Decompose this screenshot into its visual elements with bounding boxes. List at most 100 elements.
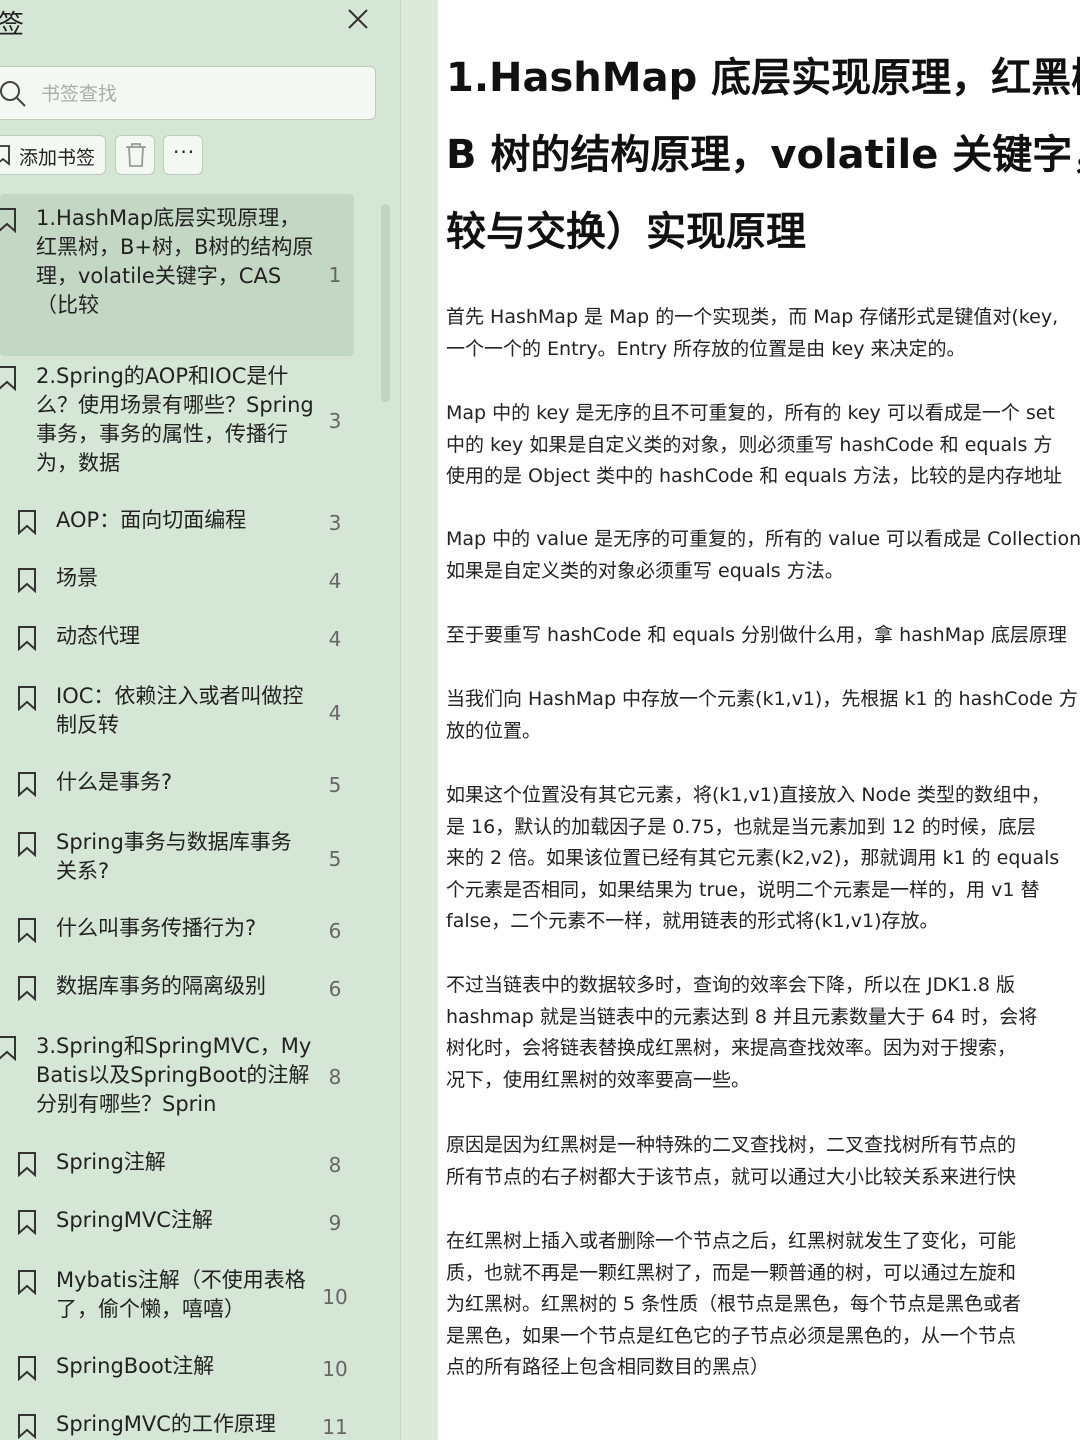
paragraph: 至于要重写 hashCode 和 equals 分别做什么用，拿 hashMap… — [446, 620, 1080, 652]
bookmark-icon — [0, 1036, 16, 1061]
paragraph-line: 一个一个的 Entry。Entry 所存放的位置是由 key 来决定的。 — [446, 337, 966, 360]
trash-icon — [126, 143, 146, 167]
paragraph-line: 点的所有路径上包含相同数目的黑点） — [446, 1356, 770, 1378]
paragraph-line: false，二个元素不一样，就用链表的形式将(k1,v1)存放。 — [446, 910, 939, 932]
bookmark-list-scrollbar[interactable] — [381, 204, 390, 402]
panel-divider[interactable]: ◂ — [400, 0, 821, 1440]
paragraph-line: Map 中的 value 是无序的可重复的，所有的 value 可以看成是 Co… — [446, 528, 1080, 550]
bookmark-label: IOC：依赖注入或者叫做控制反转 — [56, 684, 304, 737]
bookmark-page-number: 11 — [322, 1414, 348, 1439]
bookmark-search-box[interactable] — [0, 66, 376, 120]
bookmark-label: AOP：面向切面编程 — [56, 508, 247, 532]
paragraph-line: 个元素是否相同，如果结果为 true，说明二个元素是一样的，用 v1 替 — [446, 878, 1040, 901]
bookmark-item[interactable]: SpringMVC注解 9 — [0, 1206, 354, 1240]
bookmark-icon — [18, 1270, 36, 1295]
title-line: B 树的结构原理，volatile 关键字， — [446, 132, 1080, 178]
bookmark-icon — [18, 568, 36, 593]
bookmark-icon — [18, 772, 36, 797]
bookmark-icon — [0, 208, 16, 233]
bookmark-item[interactable]: Spring事务与数据库事务关系? 5 — [0, 818, 354, 900]
bookmark-item[interactable]: IOC：依赖注入或者叫做控制反转 4 — [0, 672, 354, 754]
bookmark-page-number: 9 — [328, 1210, 342, 1235]
bookmark-icon — [18, 686, 36, 711]
paragraph-line: 首先 HashMap 是 Map 的一个实现类，而 Map 存储形式是键值对(k… — [446, 306, 1059, 328]
paragraph-line: 不过当链表中的数据较多时，查询的效率会下降，所以在 JDK1.8 版 — [446, 974, 1015, 996]
paragraph: 如果这个位置没有其它元素，将(k1,v1)直接放入 Node 类型的数组中， 是 … — [446, 780, 1080, 938]
paragraph-line: 为红黑树。红黑树的 5 条性质（根节点是黑色，每个节点是黑色或者 — [446, 1293, 1022, 1315]
bookmark-item[interactable]: 场景 4 — [0, 564, 354, 598]
bookmark-page-number: 8 — [328, 1152, 342, 1177]
paragraph-line: 所有节点的右子树都大于该节点，就可以通过大小比较关系来进行快 — [446, 1165, 1017, 1188]
bookmark-page-number: 3 — [328, 408, 342, 433]
bookmark-item[interactable]: 2.Spring的AOP和IOC是什么？使用场景有哪些？Spring事务，事务的… — [0, 352, 354, 490]
document-title: 1.HashMap 底层实现原理，红黑树 B 树的结构原理，volatile 关键… — [446, 40, 1080, 271]
bookmark-item[interactable]: Spring注解 8 — [0, 1148, 354, 1182]
bookmark-label: 什么是事务? — [56, 770, 173, 794]
bookmark-page-number: 5 — [328, 846, 342, 871]
bookmark-item[interactable]: 什么是事务? 5 — [0, 768, 354, 802]
bookmark-icon — [18, 1210, 36, 1235]
paragraph-line: 是 16，默认的加载因子是 0.75，也就是当元素加到 12 的时候，底层 — [446, 815, 1036, 838]
bookmark-label: Spring注解 — [56, 1150, 166, 1174]
bookmark-icon — [18, 832, 36, 857]
bookmark-icon — [0, 366, 16, 391]
add-bookmark-button[interactable]: 添加书签 — [0, 135, 106, 175]
bookmark-label: 1.HashMap底层实现原理，红黑树，B+树，B树的结构原理，volatile… — [36, 206, 314, 317]
paragraph-line: 中的 key 如果是自定义类的对象，则必须重写 hashCode 和 equal… — [446, 433, 1053, 456]
bookmark-label: SpringBoot注解 — [56, 1354, 215, 1378]
paragraph: 原因是因为红黑树是一种特殊的二叉查找树，二叉查找树所有节点的 所有节点的右子树都大… — [446, 1130, 1080, 1193]
bookmark-page-number: 10 — [322, 1284, 348, 1309]
bookmark-label: SpringMVC注解 — [56, 1208, 213, 1232]
bookmark-page-number: 4 — [328, 700, 342, 725]
bookmark-label: 动态代理 — [56, 624, 140, 648]
add-bookmark-label: 添加书签 — [19, 147, 96, 169]
paragraph-line: 质，也就不再是一颗红黑树了，而是一颗普通的树，可以通过左旋和 — [446, 1261, 1017, 1284]
document-view: 1.HashMap 底层实现原理，红黑树 B 树的结构原理，volatile 关键… — [438, 0, 1080, 1440]
bookmark-item[interactable]: SpringBoot注解 10 — [0, 1352, 354, 1386]
search-icon — [0, 81, 26, 107]
bookmark-page-number: 4 — [328, 568, 342, 593]
panel-title: 签 — [0, 10, 25, 40]
bookmark-page-number: 5 — [328, 772, 342, 797]
delete-bookmark-button[interactable] — [115, 135, 155, 175]
paragraph-line: 树化时，会将链表替换成红黑树，来提高查找效率。因为对于搜索， — [446, 1037, 1017, 1059]
bookmark-icon — [18, 1356, 36, 1381]
bookmark-page-number: 1 — [328, 262, 342, 287]
paragraph-line: hashmap 就是当链表中的元素达到 8 并且元素数量大于 64 时，会将 — [446, 1005, 1038, 1028]
bookmark-icon — [18, 1152, 36, 1177]
bookmark-item[interactable]: SpringMVC的工作原理 11 — [0, 1410, 354, 1440]
bookmark-item[interactable]: 动态代理 4 — [0, 622, 354, 656]
paragraph-line: Map 中的 key 是无序的且不可重复的，所有的 key 可以看成是一个 se… — [446, 402, 1055, 424]
bookmark-item[interactable]: 什么叫事务传播行为? 6 — [0, 914, 354, 948]
paragraph: 不过当链表中的数据较多时，查询的效率会下降，所以在 JDK1.8 版 hashma… — [446, 970, 1080, 1096]
bookmark-page-number: 3 — [328, 510, 342, 535]
paragraph-line: 至于要重写 hashCode 和 equals 分别做什么用，拿 hashMap… — [446, 624, 1067, 646]
paragraph-line: 是黑色，如果一个节点是红色它的子节点必须是黑色的，从一个节点 — [446, 1324, 1017, 1347]
bookmark-item[interactable]: Mybatis注解（不使用表格了，偷个懒，嘻嘻） 10 — [0, 1256, 354, 1338]
bookmark-page-number: 4 — [328, 626, 342, 651]
more-options-button[interactable]: ··· — [163, 135, 203, 175]
bookmark-icon — [18, 918, 36, 943]
bookmark-page-number: 10 — [322, 1356, 348, 1381]
bookmark-search-input[interactable] — [39, 75, 363, 113]
title-line: 1.HashMap 底层实现原理，红黑树 — [446, 55, 1080, 101]
bookmark-item[interactable]: 数据库事务的隔离级别 6 — [0, 972, 354, 1006]
bookmark-icon — [18, 510, 36, 535]
paragraph-line: 原因是因为红黑树是一种特殊的二叉查找树，二叉查找树所有节点的 — [446, 1134, 1017, 1156]
bookmark-label: 什么叫事务传播行为? — [56, 916, 257, 940]
bookmark-item[interactable]: AOP：面向切面编程 3 — [0, 506, 354, 540]
bookmark-label: SpringMVC的工作原理 — [56, 1412, 276, 1436]
paragraph-line: 来的 2 倍。如果该位置已经有其它元素(k2,v2)，那就调用 k1 的 equ… — [446, 847, 1060, 869]
more-icon: ··· — [173, 140, 196, 164]
bookmark-item[interactable]: 1.HashMap底层实现原理，红黑树，B+树，B树的结构原理，volatile… — [0, 194, 354, 356]
title-line: 较与交换）实现原理 — [446, 209, 806, 255]
bookmark-item[interactable]: 3.Spring和SpringMVC，MyBatis以及SpringBoot的注… — [0, 1022, 354, 1132]
paragraph-line: 在红黑树上插入或者删除一个节点之后，红黑树就发生了变化，可能 — [446, 1230, 1017, 1252]
bookmark-label: 场景 — [56, 566, 98, 590]
paragraph: Map 中的 key 是无序的且不可重复的，所有的 key 可以看成是一个 se… — [446, 398, 1080, 493]
bookmark-label: 2.Spring的AOP和IOC是什么？使用场景有哪些？Spring事务，事务的… — [36, 364, 314, 475]
close-icon[interactable] — [345, 6, 371, 32]
paragraph: 当我们向 HashMap 中存放一个元素(k1,v1)，先根据 k1 的 has… — [446, 684, 1080, 747]
bookmark-label: Mybatis注解（不使用表格了，偷个懒，嘻嘻） — [56, 1268, 306, 1321]
bookmark-panel: 签 添加书签 ··· 1.HashMap底层实现原理，红黑树，B+树，B树的结构… — [0, 0, 438, 1440]
